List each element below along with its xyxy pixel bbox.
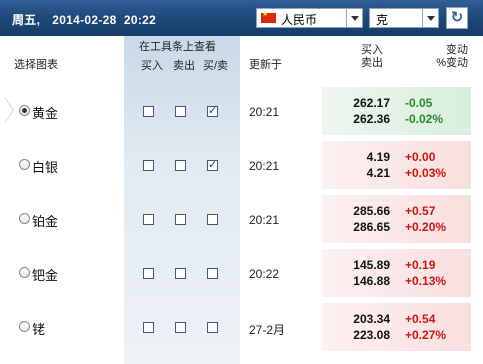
updated-time: 20:22 bbox=[249, 267, 280, 281]
refresh-button[interactable]: ↻ bbox=[446, 7, 468, 29]
metal-name[interactable]: 钯金 bbox=[32, 265, 58, 284]
refresh-icon: ↻ bbox=[450, 9, 464, 26]
toolbar-sell-checkbox[interactable] bbox=[175, 106, 186, 117]
metal-name[interactable]: 铂金 bbox=[32, 211, 58, 230]
datetime: 周五, 2014-02-28 20:22 bbox=[12, 11, 156, 28]
updated-time: 20:21 bbox=[249, 213, 280, 227]
currency-select[interactable]: 人民币 bbox=[256, 8, 363, 28]
bid-price: 4.19 bbox=[366, 150, 390, 164]
ask-price: 262.36 bbox=[353, 112, 390, 126]
toolbar-sell-checkbox[interactable] bbox=[175, 322, 186, 333]
table-row[interactable]: 铑 27-2月 203.34 223.08 +0.54 +0.27% bbox=[0, 301, 483, 353]
time: 20:22 bbox=[123, 13, 157, 27]
bid-header: 买入 bbox=[361, 44, 383, 56]
currency-value: 人民币 bbox=[281, 13, 318, 27]
table-row[interactable]: 黄金 20:21 262.17 262.36 -0.05 -0.02% bbox=[0, 85, 483, 137]
toolbar-buy-checkbox[interactable] bbox=[143, 268, 154, 279]
change-header: 变动 %变动 bbox=[418, 44, 468, 70]
bid-price: 285.66 bbox=[353, 204, 390, 218]
toolbar-sell-checkbox[interactable] bbox=[175, 268, 186, 279]
updated-header: 更新于 bbox=[249, 59, 282, 71]
toolbar-buy-checkbox[interactable] bbox=[143, 160, 154, 171]
select-chart-header: 选择图表 bbox=[14, 59, 58, 71]
toolbar-buysell-checkbox[interactable] bbox=[207, 104, 218, 117]
bid-price: 145.89 bbox=[353, 258, 390, 272]
change-value: +0.54 bbox=[405, 312, 436, 326]
price-cell: 145.89 146.88 +0.19 +0.13% bbox=[322, 249, 471, 297]
bid-price: 262.17 bbox=[353, 96, 390, 110]
price-header: 买入 卖出 bbox=[350, 44, 394, 70]
toolbar-buysell-checkbox[interactable] bbox=[207, 214, 218, 225]
toolbar-buy-checkbox[interactable] bbox=[143, 214, 154, 225]
price-cell: 203.34 223.08 +0.54 +0.27% bbox=[322, 303, 471, 351]
buysell-header: 买/卖 bbox=[203, 60, 229, 72]
price-cell: 4.19 4.21 +0.00 +0.03% bbox=[322, 141, 471, 189]
metal-name[interactable]: 黄金 bbox=[32, 103, 58, 122]
bid-price: 203.34 bbox=[353, 312, 390, 326]
chart-radio[interactable] bbox=[19, 213, 30, 224]
change-percent: +0.20% bbox=[405, 220, 447, 234]
change-percent: +0.27% bbox=[405, 328, 447, 342]
selection-pointer bbox=[5, 97, 14, 123]
weekday: 周五, bbox=[12, 13, 41, 27]
chevron-down-icon[interactable] bbox=[422, 9, 438, 27]
ask-price: 4.21 bbox=[366, 166, 390, 180]
metal-name[interactable]: 白银 bbox=[32, 157, 58, 176]
toolbar-buysell-checkbox[interactable] bbox=[207, 268, 218, 279]
toolbar-buysell-checkbox[interactable] bbox=[207, 158, 218, 171]
change-value: +0.57 bbox=[405, 204, 436, 218]
change-value: -0.05 bbox=[405, 96, 433, 110]
change-value: +0.00 bbox=[405, 150, 436, 164]
change-percent: -0.02% bbox=[405, 112, 444, 126]
unit-value: 克 bbox=[376, 13, 389, 27]
price-cell: 262.17 262.36 -0.05 -0.02% bbox=[322, 87, 471, 135]
price-cell: 285.66 286.65 +0.57 +0.20% bbox=[322, 195, 471, 243]
table-row[interactable]: 白银 20:21 4.19 4.21 +0.00 +0.03% bbox=[0, 139, 483, 191]
china-flag-icon bbox=[261, 10, 276, 23]
ask-price: 146.88 bbox=[353, 274, 390, 288]
toolbar-header: 在工具条上查看 bbox=[139, 41, 216, 53]
chart-radio[interactable] bbox=[19, 159, 30, 170]
chart-radio[interactable] bbox=[19, 105, 30, 116]
table-row[interactable]: 钯金 20:22 145.89 146.88 +0.19 +0.13% bbox=[0, 247, 483, 299]
ask-header: 卖出 bbox=[361, 57, 383, 69]
updated-time: 27-2月 bbox=[249, 323, 286, 337]
unit-select[interactable]: 克 bbox=[369, 8, 439, 28]
updated-time: 20:21 bbox=[249, 159, 280, 173]
top-bar: 周五, 2014-02-28 20:22 人民币 克 ↻ bbox=[0, 0, 483, 36]
chart-radio[interactable] bbox=[19, 321, 30, 332]
ask-price: 223.08 bbox=[353, 328, 390, 342]
chart-radio[interactable] bbox=[19, 267, 30, 278]
change-pct-header: %变动 bbox=[436, 57, 468, 69]
change-value: +0.19 bbox=[405, 258, 436, 272]
change-percent: +0.13% bbox=[405, 274, 447, 288]
buy-header: 买入 bbox=[141, 60, 163, 72]
toolbar-buy-checkbox[interactable] bbox=[143, 106, 154, 117]
sell-header: 卖出 bbox=[173, 60, 195, 72]
change-abs-header: 变动 bbox=[446, 44, 468, 56]
ask-price: 286.65 bbox=[353, 220, 390, 234]
updated-time: 20:21 bbox=[249, 105, 280, 119]
chevron-down-icon[interactable] bbox=[346, 9, 362, 27]
table-row[interactable]: 铂金 20:21 285.66 286.65 +0.57 +0.20% bbox=[0, 193, 483, 245]
metal-name[interactable]: 铑 bbox=[32, 319, 45, 338]
toolbar-buysell-checkbox[interactable] bbox=[207, 322, 218, 333]
change-percent: +0.03% bbox=[405, 166, 447, 180]
toolbar-sell-checkbox[interactable] bbox=[175, 160, 186, 171]
date: 2014-02-28 bbox=[52, 13, 117, 27]
toolbar-buy-checkbox[interactable] bbox=[143, 322, 154, 333]
toolbar-sell-checkbox[interactable] bbox=[175, 214, 186, 225]
